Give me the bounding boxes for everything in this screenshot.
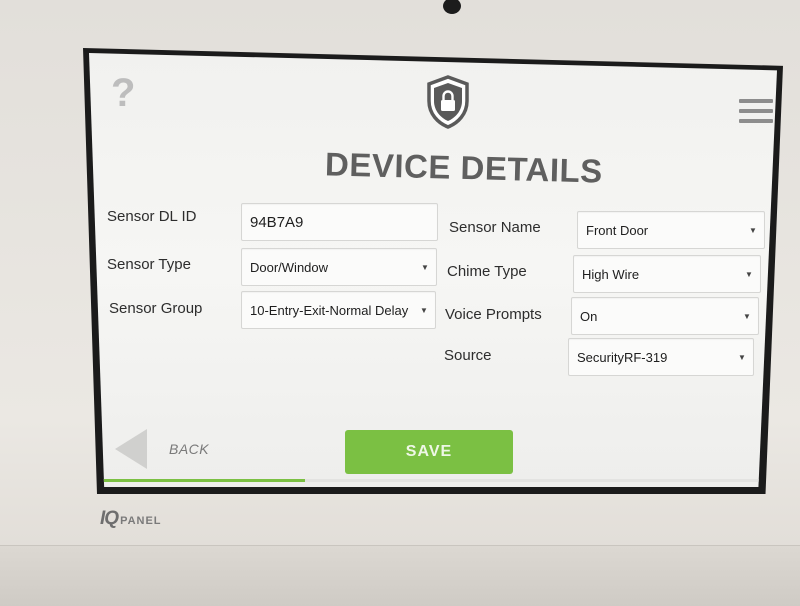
chevron-down-icon: ▼	[420, 305, 428, 315]
chime-type-value: High Wire	[582, 266, 640, 282]
logo-panel-text: PANEL	[120, 515, 162, 527]
sensor-dl-id-label: Sensor DL ID	[107, 208, 197, 225]
sensor-type-label: Sensor Type	[107, 256, 191, 273]
progress-fill	[103, 479, 305, 482]
sensor-name-value: Front Door	[586, 222, 649, 238]
sensor-name-select[interactable]: Front Door ▼	[577, 211, 765, 249]
chevron-down-icon: ▼	[743, 311, 751, 321]
chevron-down-icon: ▼	[749, 225, 757, 235]
shield-lock-icon	[427, 75, 469, 129]
hamburger-menu-icon[interactable]	[739, 99, 773, 127]
chime-type-label: Chime Type	[447, 263, 527, 280]
voice-prompts-select[interactable]: On ▼	[571, 297, 759, 335]
iq-panel-logo: IQ PANEL	[100, 508, 162, 530]
chevron-down-icon: ▼	[745, 269, 753, 279]
sensor-group-select[interactable]: 10-Entry-Exit-Normal Delay ▼	[241, 291, 436, 329]
sensor-dl-id-value: 94B7A9	[250, 213, 304, 231]
question-mark-icon[interactable]: ?	[111, 71, 135, 116]
source-select[interactable]: SecurityRF-319 ▼	[568, 338, 754, 376]
voice-prompts-label: Voice Prompts	[445, 306, 542, 323]
back-label: BACK	[169, 441, 210, 457]
voice-prompts-value: On	[580, 308, 598, 324]
sensor-group-value: 10-Entry-Exit-Normal Delay	[250, 302, 409, 318]
sensor-dl-id-input[interactable]: 94B7A9	[241, 203, 438, 241]
sensor-group-label: Sensor Group	[109, 300, 203, 317]
back-arrow-icon	[115, 429, 147, 469]
save-button[interactable]: SAVE	[345, 430, 513, 474]
chevron-down-icon: ▼	[738, 352, 746, 362]
logo-iq-text: IQ	[100, 508, 119, 529]
back-button[interactable]: BACK	[115, 429, 209, 469]
bezel-bottom-edge	[0, 545, 800, 606]
sensor-name-label: Sensor Name	[449, 219, 541, 236]
source-value: SecurityRF-319	[577, 349, 668, 365]
sensor-type-value: Door/Window	[250, 259, 329, 275]
page-title: DEVICE DETAILS	[324, 145, 604, 190]
device-bezel: ? DEVICE DETAILS Sensor DL ID 94B7A9 Sen…	[0, 0, 800, 606]
sensor-type-select[interactable]: Door/Window ▼	[241, 248, 437, 286]
chime-type-select[interactable]: High Wire ▼	[573, 255, 761, 293]
progress-bar	[103, 479, 775, 482]
chevron-down-icon: ▼	[421, 262, 429, 272]
source-label: Source	[444, 347, 492, 364]
camera-lens	[443, 0, 461, 14]
device-screen: ? DEVICE DETAILS Sensor DL ID 94B7A9 Sen…	[89, 53, 777, 487]
